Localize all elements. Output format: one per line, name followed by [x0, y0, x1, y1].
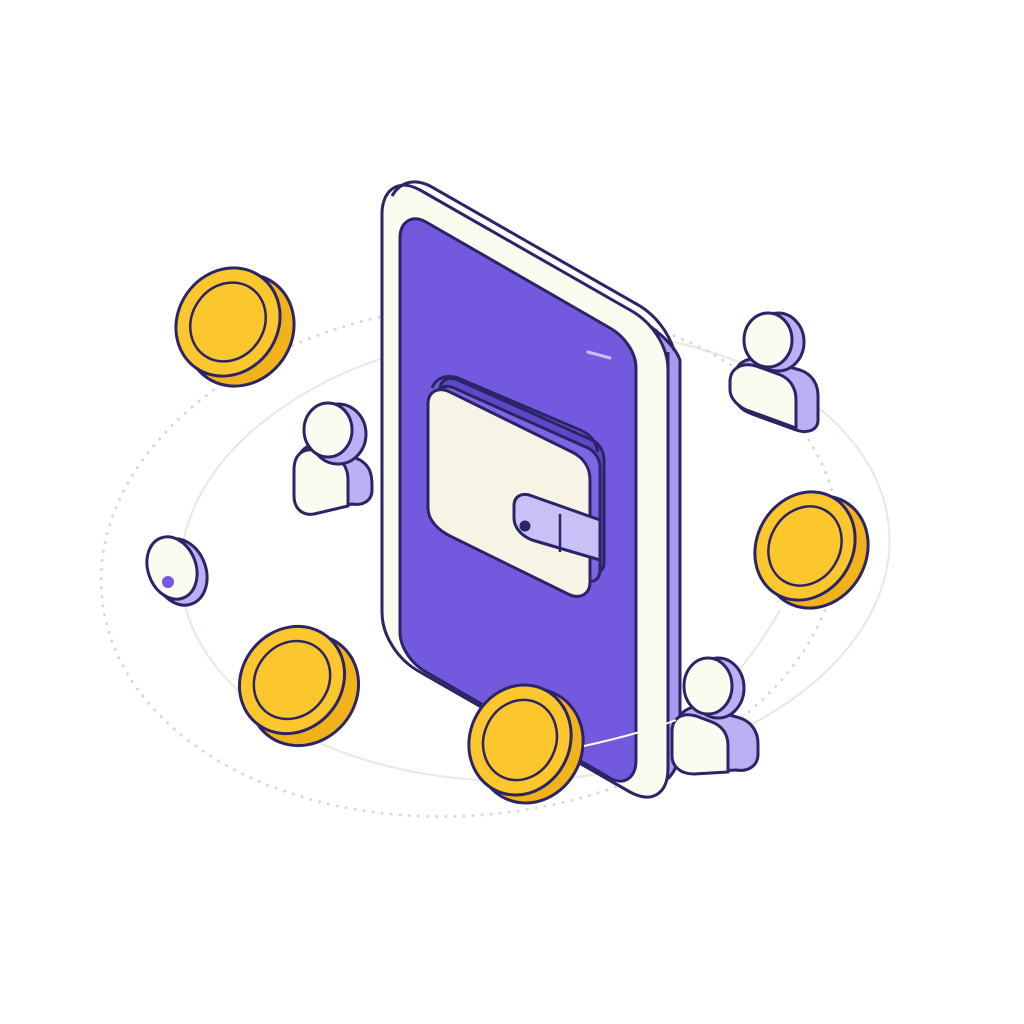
coin-right — [753, 490, 870, 610]
user-top-right — [728, 311, 820, 434]
illustration-canvas — [99, 180, 891, 819]
coin-top-left — [174, 266, 296, 388]
mobile-wallet-illustration — [0, 0, 1024, 1024]
user-bottom-right — [670, 656, 760, 776]
user-left — [292, 401, 374, 516]
coin-bottom-left — [237, 624, 361, 748]
orbit-node-icon — [145, 535, 209, 607]
wallet-button — [519, 520, 531, 532]
